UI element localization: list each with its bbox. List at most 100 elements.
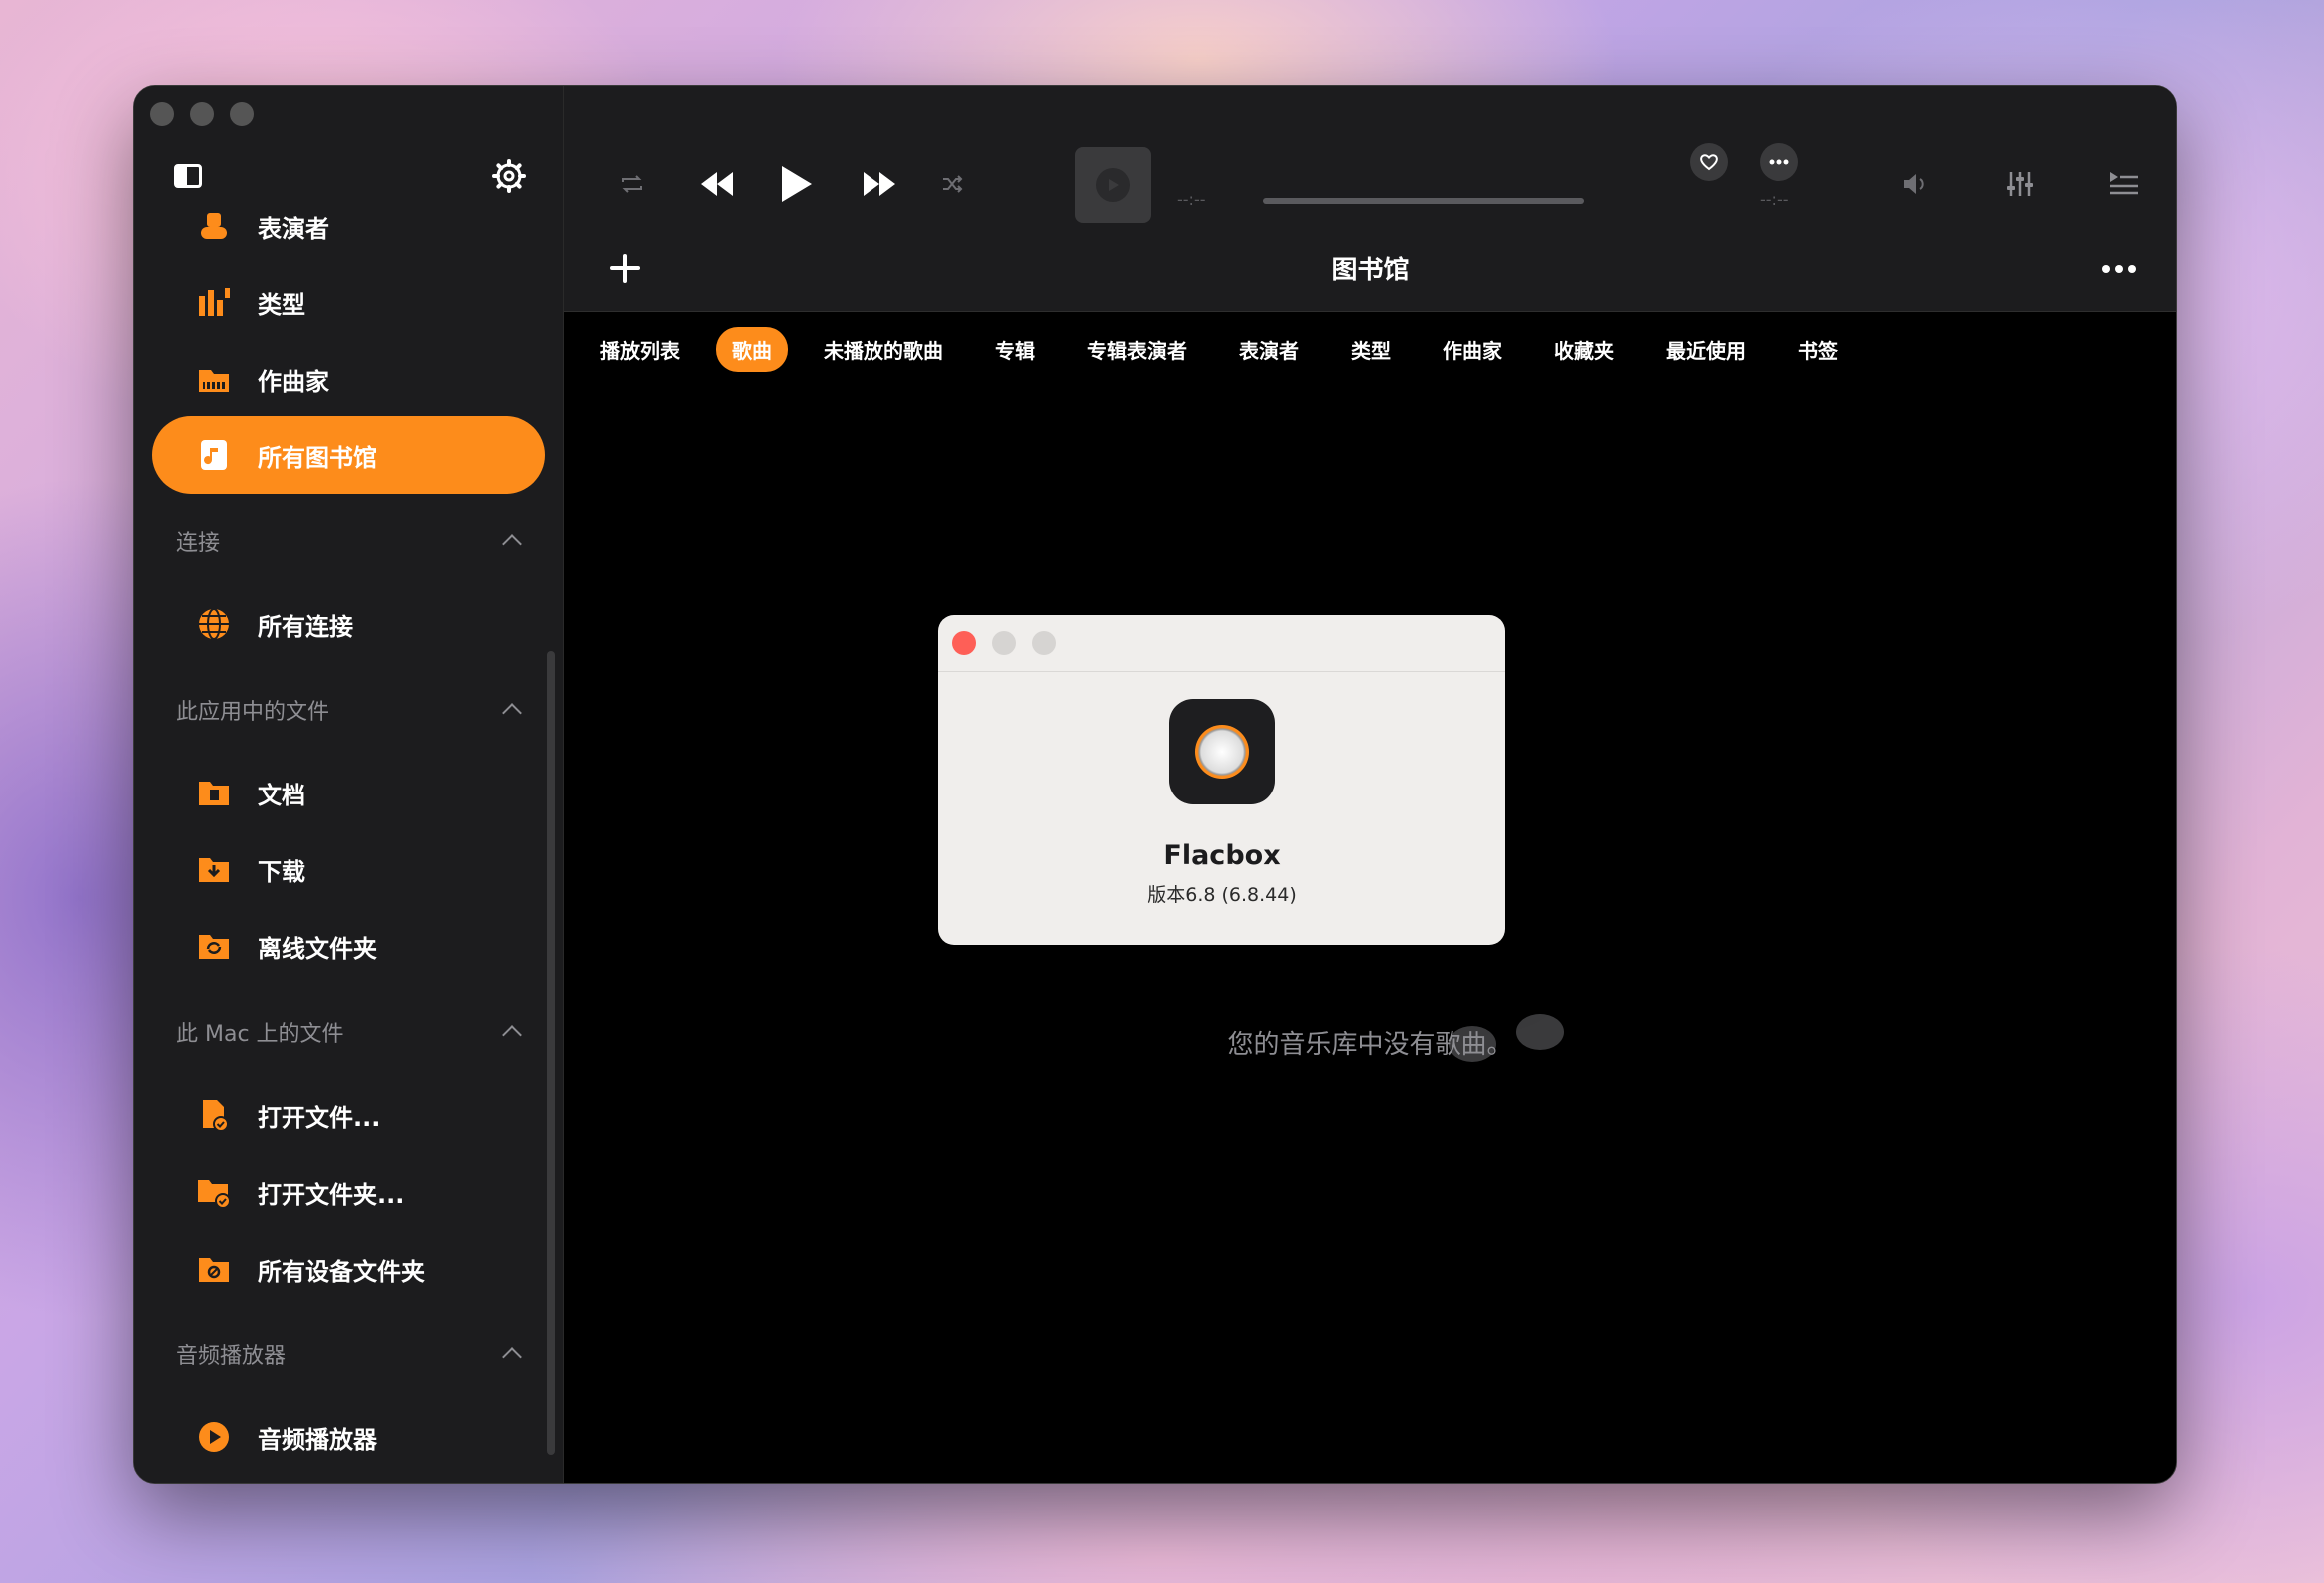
player-toolbar: --:-- --:--: [564, 86, 2176, 226]
section-header-connections[interactable]: 连接: [176, 525, 527, 557]
play-circle-icon: [196, 1419, 232, 1455]
library-icon: [196, 437, 232, 473]
tab-recently-used[interactable]: 最近使用: [1650, 327, 1762, 372]
sidebar-item-label: 作曲家: [258, 367, 329, 396]
close-window-button[interactable]: [150, 102, 174, 126]
playback-progress-bar[interactable]: [1263, 198, 1584, 204]
section-header-audio-player[interactable]: 音频播放器: [176, 1338, 527, 1370]
sidebar-item-label: 音频播放器: [258, 1425, 377, 1454]
section-header-mac-files[interactable]: 此 Mac 上的文件: [176, 1016, 527, 1048]
equalizer-icon[interactable]: [2006, 170, 2034, 198]
minimize-window-button[interactable]: [190, 102, 214, 126]
sidebar-item-all-libraries[interactable]: 所有图书馆: [152, 416, 545, 494]
library-tabs: 播放列表 歌曲 未播放的歌曲 专辑 专辑表演者 表演者 类型 作曲家 收藏夹 最…: [564, 311, 2176, 387]
offline-folder-icon: [196, 928, 232, 964]
section-title: 音频播放器: [176, 1344, 287, 1369]
sidebar-toggle-icon[interactable]: [174, 164, 202, 188]
sidebar-item-label: 文档: [258, 781, 305, 809]
ellipsis-icon: [1769, 159, 1789, 165]
empty-library-message: 您的音乐库中没有歌曲。: [1227, 1030, 1513, 1060]
sidebar-item-offline-folder[interactable]: 离线文件夹: [152, 907, 545, 985]
ellipsis-dot: [2128, 265, 2136, 273]
repeat-icon[interactable]: [620, 174, 644, 194]
tab-albums[interactable]: 专辑: [979, 327, 1051, 372]
genre-icon: [196, 284, 232, 320]
section-title: 此 Mac 上的文件: [176, 1022, 344, 1047]
app-name: Flacbox: [1163, 840, 1281, 871]
tab-composers[interactable]: 作曲家: [1427, 327, 1518, 372]
documents-folder-icon: [196, 775, 232, 810]
dialog-titlebar: [938, 615, 1505, 672]
section-title: 此应用中的文件: [176, 700, 330, 725]
sidebar-item-label: 打开文件夹...: [258, 1180, 405, 1209]
tab-bookmarks[interactable]: 书签: [1782, 327, 1854, 372]
sidebar-item-label: 离线文件夹: [258, 934, 377, 963]
sidebar-item-downloads[interactable]: 下载: [152, 830, 545, 908]
section-header-app-files[interactable]: 此应用中的文件: [176, 694, 527, 726]
sidebar-item-performers[interactable]: 表演者: [152, 187, 545, 264]
chevron-up-icon[interactable]: [502, 1025, 522, 1045]
sidebar-item-label: 打开文件...: [258, 1103, 381, 1132]
page-title: 图书馆: [1331, 256, 1410, 285]
device-folder-icon: [196, 1251, 232, 1287]
next-track-icon[interactable]: [860, 168, 899, 200]
dialog-window-controls: [952, 631, 1056, 655]
track-more-button[interactable]: [1760, 143, 1798, 181]
sidebar-item-audio-player[interactable]: 音频播放器: [152, 1398, 545, 1476]
chevron-up-icon[interactable]: [502, 703, 522, 723]
open-folder-icon: [196, 1174, 232, 1210]
volume-icon[interactable]: [1902, 172, 1928, 196]
play-circle-icon: [1096, 168, 1130, 202]
more-options-button[interactable]: [2102, 265, 2136, 273]
sidebar-item-open-folder[interactable]: 打开文件夹...: [152, 1153, 545, 1231]
shuffle-icon[interactable]: [941, 175, 963, 193]
sidebar-item-label: 类型: [258, 290, 305, 319]
dialog-zoom-button: [1032, 631, 1056, 655]
previous-track-icon[interactable]: [697, 168, 737, 200]
chevron-up-icon[interactable]: [502, 1347, 522, 1367]
queue-icon[interactable]: [2108, 170, 2140, 196]
tab-playlists[interactable]: 播放列表: [584, 327, 696, 372]
tab-unplayed-songs[interactable]: 未播放的歌曲: [808, 327, 959, 372]
tab-favorites[interactable]: 收藏夹: [1538, 327, 1630, 372]
composer-icon: [196, 361, 232, 397]
window-controls: [150, 102, 254, 126]
performer-icon: [196, 208, 232, 244]
heart-icon: [1700, 154, 1718, 171]
dialog-minimize-button: [992, 631, 1016, 655]
ellipsis-dot: [2115, 265, 2123, 273]
sidebar-item-all-connections[interactable]: 所有连接: [152, 585, 545, 663]
tab-album-artists[interactable]: 专辑表演者: [1071, 327, 1203, 372]
sidebar-scrollbar[interactable]: [547, 651, 555, 1455]
library-navbar: 图书馆: [564, 226, 2176, 312]
ellipsis-dot: [2102, 265, 2110, 273]
section-title: 连接: [176, 531, 221, 556]
sidebar: 表演者 类型 作曲家 所有图书馆 连接 所有连接 此应用中的文件 文档 下载 离…: [134, 86, 564, 1483]
dialog-close-button[interactable]: [952, 631, 976, 655]
sidebar-item-device-folders[interactable]: 所有设备文件夹: [152, 1230, 545, 1308]
sidebar-item-label: 所有设备文件夹: [258, 1257, 425, 1286]
globe-icon: [196, 606, 232, 642]
app-logo-icon: [1169, 699, 1275, 804]
play-icon[interactable]: [778, 164, 814, 204]
tab-genres[interactable]: 类型: [1335, 327, 1407, 372]
app-version: 版本6.8 (6.8.44): [1147, 884, 1297, 906]
app-logo-ring: [1195, 725, 1249, 779]
about-dialog: Flacbox 版本6.8 (6.8.44): [938, 615, 1505, 945]
open-file-icon: [196, 1097, 232, 1133]
sidebar-item-documents[interactable]: 文档: [152, 754, 545, 831]
sidebar-item-composers[interactable]: 作曲家: [152, 340, 545, 418]
now-playing-artwork[interactable]: [1075, 147, 1151, 223]
sidebar-item-open-file[interactable]: 打开文件...: [152, 1076, 545, 1154]
downloads-folder-icon: [196, 851, 232, 887]
sidebar-item-label: 所有图书馆: [258, 443, 377, 472]
favorite-button[interactable]: [1690, 143, 1728, 181]
sidebar-item-genres[interactable]: 类型: [152, 264, 545, 341]
zoom-window-button[interactable]: [230, 102, 254, 126]
tab-performers[interactable]: 表演者: [1223, 327, 1315, 372]
elapsed-time: --:--: [1177, 190, 1206, 209]
sidebar-item-label: 下载: [258, 857, 305, 886]
sidebar-item-label: 所有连接: [258, 612, 353, 641]
chevron-up-icon[interactable]: [502, 534, 522, 554]
tab-songs[interactable]: 歌曲: [716, 326, 788, 372]
